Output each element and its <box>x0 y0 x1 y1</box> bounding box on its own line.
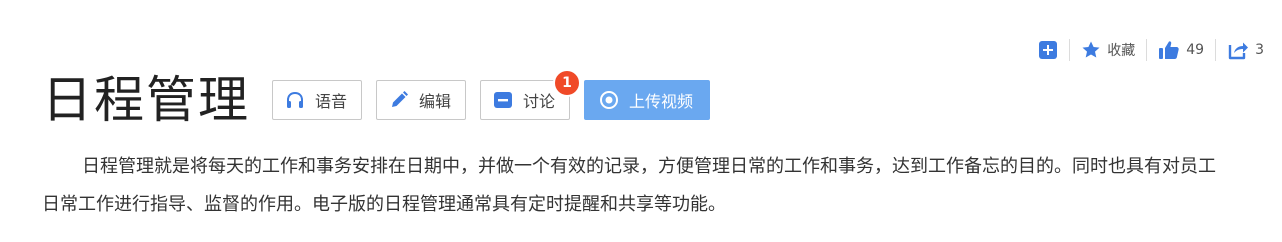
add-entry-button[interactable] <box>1038 40 1058 60</box>
like-button[interactable]: 49 <box>1158 40 1204 60</box>
voice-button[interactable]: 语音 <box>272 80 363 120</box>
thumbs-up-icon <box>1159 41 1179 59</box>
plus-square-icon <box>1039 41 1058 59</box>
share-count: 3 <box>1255 42 1264 58</box>
page-title: 日程管理 <box>42 71 250 129</box>
divider <box>1146 39 1148 61</box>
entry-toolbar: 收藏 49 3 <box>1038 36 1264 64</box>
discuss-button-label: 讨论 <box>523 92 556 111</box>
voice-button-label: 语音 <box>315 92 348 111</box>
headphones-icon <box>285 91 305 109</box>
upload-video-label: 上传视频 <box>629 92 694 111</box>
star-icon <box>1082 41 1100 58</box>
discuss-button[interactable]: 讨论 1 <box>480 69 582 120</box>
like-count: 49 <box>1186 42 1205 58</box>
favorite-label: 收藏 <box>1107 43 1136 59</box>
edit-button[interactable]: 编辑 <box>376 80 467 120</box>
divider <box>1215 39 1217 61</box>
pencil-icon <box>389 90 409 110</box>
share-button[interactable]: 3 <box>1227 40 1264 60</box>
upload-video-button[interactable]: 上传视频 <box>584 80 711 120</box>
comment-icon <box>493 90 513 110</box>
title-row: 日程管理 语音 编辑 讨论 1 上传视频 <box>42 69 724 130</box>
record-icon <box>599 90 619 110</box>
favorite-button[interactable]: 收藏 <box>1081 40 1135 60</box>
discuss-count-badge: 1 <box>553 69 582 97</box>
entry-summary: 日程管理就是将每天的工作和事务安排在日期中，并做一个有效的记录，方便管理日常的工… <box>42 156 1216 215</box>
share-icon <box>1228 42 1249 60</box>
divider <box>1069 39 1071 61</box>
edit-button-label: 编辑 <box>419 92 452 111</box>
